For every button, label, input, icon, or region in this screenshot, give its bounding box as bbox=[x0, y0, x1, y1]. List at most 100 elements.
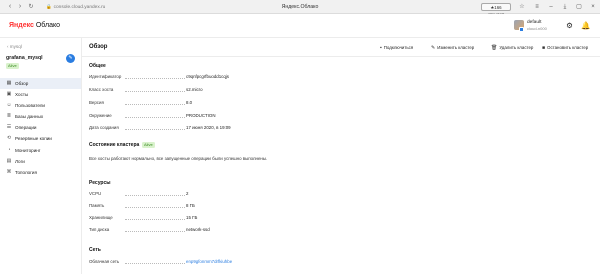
dotted-leader bbox=[125, 91, 185, 93]
cloud-network-link[interactable]: enp9gfonmm7drfkiuhbe bbox=[186, 259, 232, 265]
detail-value: s2.micro bbox=[186, 87, 203, 92]
detail-key: Окружение bbox=[89, 113, 112, 118]
main-content: Обзор ▪ Подключиться ✎ Изменить кластер 🗑 У… bbox=[82, 38, 600, 274]
tab-title: Яндекс.Облако bbox=[281, 4, 319, 10]
notifications-icon[interactable]: 🔔 bbox=[581, 21, 590, 30]
resource-row-vcpu: VCPU 2 bbox=[89, 191, 389, 197]
detail-value: 8.0 bbox=[186, 100, 193, 105]
delete-cluster-label: Удалить кластер bbox=[499, 45, 534, 50]
dotted-leader bbox=[125, 129, 185, 131]
browser-toolbar: ‹ › ↻ 🔒 console.cloud.yandex.ru Яндекс.Об… bbox=[0, 0, 600, 17]
overview-icon: ▦ bbox=[6, 80, 12, 86]
resource-key: Тип диска bbox=[89, 227, 110, 232]
resources-section-title: Ресурсы bbox=[89, 180, 111, 186]
logs-icon: ▤ bbox=[6, 157, 12, 164]
monitoring-icon: ◔ bbox=[7, 146, 11, 153]
sidebar-toggle-icon[interactable]: ▢ bbox=[575, 3, 583, 11]
pencil-icon: ✎ bbox=[431, 45, 436, 51]
resource-key: VCPU bbox=[89, 191, 102, 196]
hosts-icon: ▣ bbox=[6, 91, 12, 98]
sidebar-item-hosts[interactable]: ▣ Хосты bbox=[0, 89, 81, 100]
sidebar-item-backups[interactable]: ⟲ Резервные копии bbox=[0, 133, 81, 144]
sidebar-item-label: Операции bbox=[15, 125, 37, 131]
menu-icon[interactable]: ≡ bbox=[533, 3, 541, 11]
trash-icon: 🗑 bbox=[491, 45, 498, 51]
dotted-leader bbox=[125, 195, 185, 197]
resource-key: Хранилище bbox=[89, 215, 113, 220]
dotted-leader bbox=[125, 263, 185, 265]
sidebar-item-databases[interactable]: ≣ Базы данных bbox=[0, 111, 81, 122]
bookmark-icon[interactable]: ☆ bbox=[518, 3, 526, 11]
sidebar-item-label: Хосты bbox=[15, 92, 29, 98]
settings-gear-icon[interactable]: ⚙ bbox=[565, 21, 574, 30]
cluster-name: grafana_mysql bbox=[6, 55, 43, 61]
sidebar-item-label: Топология bbox=[15, 169, 37, 175]
forward-arrow-icon[interactable]: › bbox=[16, 3, 24, 11]
databases-icon: ≣ bbox=[6, 113, 12, 120]
close-icon[interactable]: × bbox=[589, 3, 597, 11]
resource-row-storage: Хранилище 15 ГБ bbox=[89, 215, 389, 221]
sidebar-item-operations[interactable]: ☰ Операции bbox=[0, 122, 81, 133]
sidebar-item-label: Резервные копии bbox=[15, 136, 52, 142]
sidebar-item-users[interactable]: ☺ Пользователи bbox=[0, 100, 81, 111]
network-section-title: Сеть bbox=[89, 247, 101, 253]
resource-value: network-ssd bbox=[186, 227, 210, 232]
sidebar-item-label: Обзор bbox=[15, 81, 29, 86]
edit-cluster-button[interactable]: ✎ Изменить кластер bbox=[431, 45, 474, 51]
page-title: Обзор bbox=[89, 44, 108, 50]
resource-value: 15 ГБ bbox=[186, 215, 198, 220]
app-header: Яндекс Облако default cloud-n000 ⚙ 🔔 bbox=[0, 14, 600, 38]
connect-button[interactable]: ▪ Подключиться bbox=[380, 45, 413, 51]
detail-key: Дата создания bbox=[89, 125, 119, 130]
breadcrumb-back-link[interactable]: ‹ mysql bbox=[7, 44, 22, 49]
detail-row-environment: Окружение PRODUCTION bbox=[89, 113, 389, 119]
cluster-state-text: Все хосты работают нормально, все запуще… bbox=[89, 156, 268, 161]
sidebar-item-overview[interactable]: ▦ Обзор bbox=[0, 78, 81, 90]
resource-row-disk-type: Тип диска network-ssd bbox=[89, 227, 389, 233]
account-badge-icon bbox=[519, 27, 524, 32]
logo-ya: Яндекс bbox=[9, 22, 34, 29]
topology-icon: ⌘ bbox=[6, 168, 12, 175]
dotted-leader bbox=[125, 231, 185, 233]
dotted-leader bbox=[125, 117, 185, 119]
address-bar[interactable]: 🔒 console.cloud.yandex.ru bbox=[46, 3, 105, 11]
detail-row-host-class: Класс хоста s2.micro bbox=[89, 87, 389, 93]
edit-cluster-label: Изменить кластер bbox=[437, 45, 475, 50]
reload-icon[interactable]: ↻ bbox=[27, 3, 35, 11]
sidebar-item-logs[interactable]: ▤ Логи bbox=[0, 156, 81, 167]
sidebar-item-topology[interactable]: ⌘ Топология bbox=[0, 167, 81, 178]
general-section-title: Общее bbox=[89, 63, 106, 69]
stop-cluster-label: Остановить кластер bbox=[547, 45, 589, 50]
detail-key: Версия bbox=[89, 100, 104, 105]
cluster-status-badge: Alive bbox=[6, 63, 19, 69]
edit-cluster-pencil-icon[interactable]: ✎ bbox=[66, 54, 75, 63]
users-icon: ☺ bbox=[6, 102, 12, 109]
cluster-state-badge: Alive bbox=[142, 142, 155, 148]
sidebar-item-label: Пользователи bbox=[15, 103, 45, 109]
header-divider bbox=[82, 56, 600, 57]
url-text: console.cloud.yandex.ru bbox=[53, 5, 106, 10]
detail-key: Класс хоста bbox=[89, 87, 114, 92]
dotted-leader bbox=[125, 78, 185, 80]
minimize-icon[interactable]: – bbox=[547, 3, 555, 11]
sidebar-item-monitoring[interactable]: ◔ Мониторинг bbox=[0, 145, 81, 156]
sidebar-item-label: Логи bbox=[15, 158, 25, 164]
download-icon[interactable]: ⤓ bbox=[561, 3, 569, 11]
resource-key: Память bbox=[89, 203, 105, 208]
user-account[interactable]: default cloud-n000 bbox=[514, 19, 554, 33]
yandex-cloud-logo[interactable]: Яндекс Облако bbox=[9, 22, 60, 30]
lock-icon: 🔒 bbox=[46, 4, 52, 9]
detail-row-id: Идентификатор c9qnfpcgrfbuodd1cqjs bbox=[89, 74, 389, 80]
stop-cluster-button[interactable]: ■ Остановить кластер bbox=[542, 45, 588, 51]
backups-icon: ⟲ bbox=[6, 135, 12, 142]
detail-row-version: Версия 8.0 bbox=[89, 100, 389, 106]
user-cloud: cloud-n000 bbox=[527, 26, 547, 31]
resource-value: 8 ГБ bbox=[186, 203, 195, 208]
delete-cluster-button[interactable]: 🗑 Удалить кластер bbox=[491, 45, 533, 51]
reviews-button[interactable]: ★166 отзывов bbox=[481, 3, 511, 17]
sidebar-nav: ▦ Обзор ▣ Хосты ☺ Пользователи ≣ Базы да… bbox=[0, 78, 81, 178]
operations-icon: ☰ bbox=[6, 124, 12, 131]
back-arrow-icon[interactable]: ‹ bbox=[6, 3, 14, 11]
logo-cloud: Облако bbox=[33, 22, 61, 29]
dotted-leader bbox=[125, 207, 185, 209]
